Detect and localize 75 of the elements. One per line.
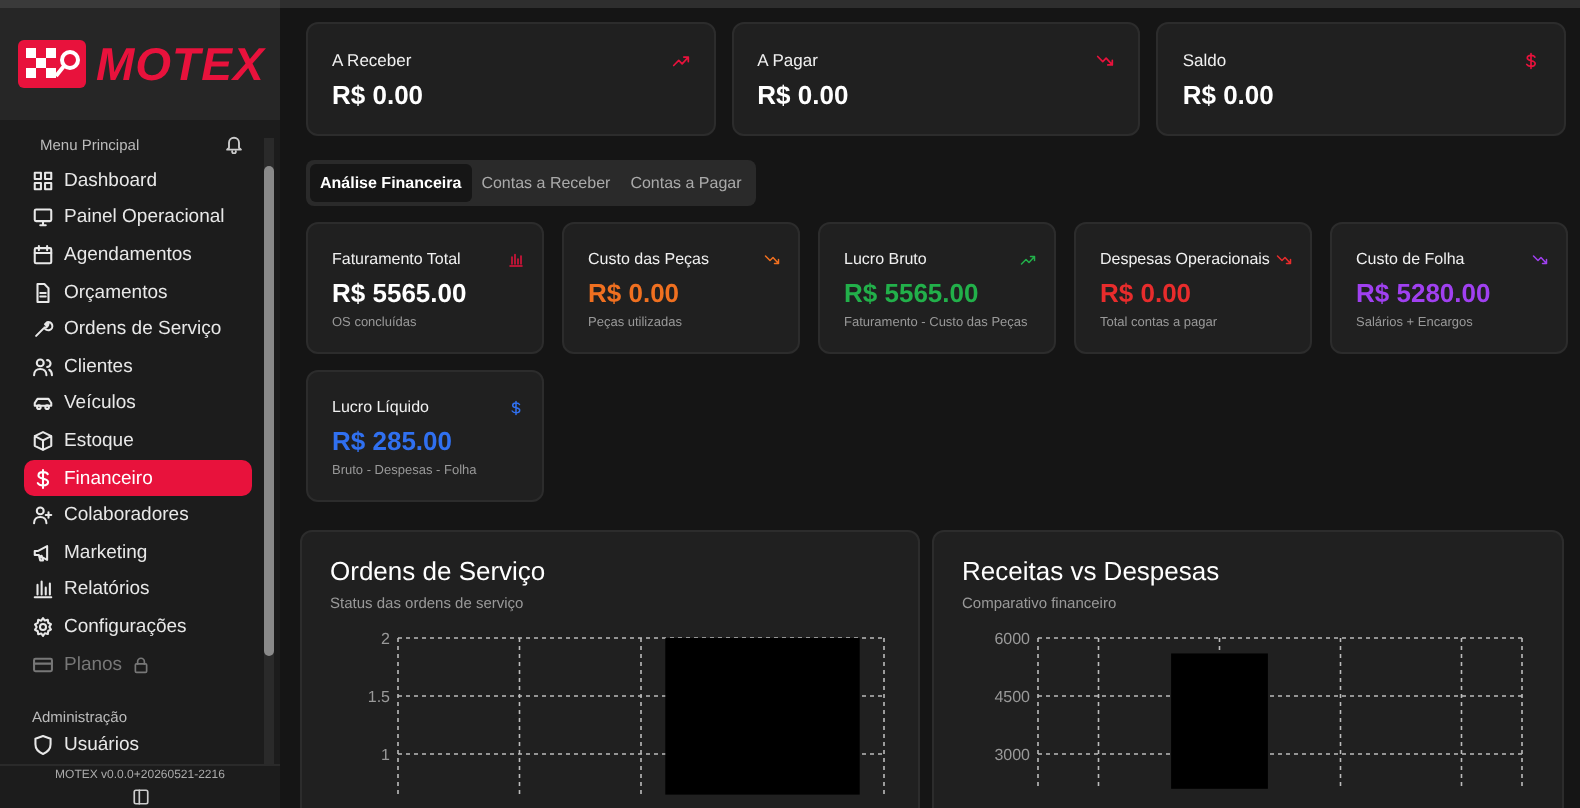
shield-icon [32,733,54,756]
trend-down-icon [1096,51,1115,69]
axis-tick-label: 6000 [994,630,1030,648]
metric-value: R$ 285.00 [332,426,454,456]
bar-chart-icon [32,578,54,601]
metric-value: R$ 5565.00 [844,278,981,308]
user-plus-icon [32,504,54,527]
grid-icon [32,169,54,192]
card-value: R$ 0.00 [1182,80,1276,110]
sidebar-item[interactable]: Dashboard [24,162,252,200]
sidebar-item[interactable]: Colaboradores [24,496,252,534]
sidebar-item[interactable]: Painel Operacional [24,199,252,237]
sidebar-item[interactable]: Planos [24,645,252,683]
settings-icon [32,615,54,638]
metric-label: Custo de Folha [1356,250,1465,268]
users-icon [32,355,54,378]
sidebar-item[interactable]: Marketing [24,533,252,572]
sidebar-item[interactable]: Configurações [24,608,252,646]
tab[interactable]: Contas a Pagar [620,164,752,202]
sidebar-item[interactable]: Estoque [24,422,252,460]
tab[interactable]: Análise Financeira [310,164,472,202]
car-icon [32,392,54,415]
logo-text: MOTEX [96,37,265,91]
trend-up-icon [1020,251,1036,267]
trend-down-icon [1276,251,1292,267]
sidebar-item[interactable]: Ordens de Serviço [24,310,252,348]
sidebar-item[interactable]: Usuários [24,730,252,759]
sidebar-item[interactable]: Clientes [24,347,252,386]
axis-tick-label: 1 [381,746,390,764]
chart-title: Ordens de Serviço [330,556,548,586]
metric-value: R$ 0.00 [588,278,682,308]
axis-tick-label: 2 [381,630,390,648]
card-label: A Pagar [757,50,818,70]
tab[interactable]: Contas a Receber [471,164,621,202]
trend-up-icon [671,51,690,69]
card-icon [32,653,54,676]
metric-value: R$ 5280.00 [1356,278,1493,308]
monitor-icon [32,206,54,229]
document-icon [32,281,54,304]
metric-value: R$ 5565.00 [332,278,469,308]
box-icon [32,429,54,452]
metric-label: Custo das Peças [588,250,709,268]
checkered-flag-logo-icon [16,38,88,90]
sidebar-item[interactable]: Agendamentos [24,236,252,274]
bar-chart-icon [508,251,524,267]
axis-tick-label: 1.5 [367,688,390,706]
axis-tick-label: 3000 [994,746,1030,764]
trend-down-icon [764,251,780,267]
dollar-icon [1522,51,1541,69]
card-value: R$ 0.00 [757,80,851,110]
calendar-icon [32,243,54,266]
bell-icon[interactable] [224,134,244,154]
card-value: R$ 0.00 [332,80,426,110]
metric-label: Despesas Operacionais [1100,250,1270,268]
axis-tick-label: 4500 [994,688,1030,706]
card-label: A Receber [332,50,412,70]
dollar-icon [32,467,54,490]
sidebar-item[interactable]: Financeiro [24,459,252,497]
sidebar-item[interactable]: Veículos [24,385,252,423]
sidebar-item[interactable]: Orçamentos [24,273,252,311]
lock-icon [132,655,151,674]
scrollbar[interactable] [264,138,274,764]
megaphone-icon [32,541,54,564]
sidebar-toggle-icon[interactable] [131,787,149,805]
metric-value: R$ 0.00 [1100,278,1194,308]
chart-title: Receitas vs Despesas [962,556,1222,586]
dollar-icon [508,399,524,415]
trend-down-icon [1532,251,1548,267]
metric-label: Lucro Bruto [844,250,927,268]
metric-label: Faturamento Total [332,250,461,268]
wrench-icon [32,318,54,341]
bar [1171,653,1268,789]
metric-label: Lucro Líquido [332,398,429,416]
card-label: Saldo [1182,50,1227,70]
sidebar-item[interactable]: Relatórios [24,571,252,609]
